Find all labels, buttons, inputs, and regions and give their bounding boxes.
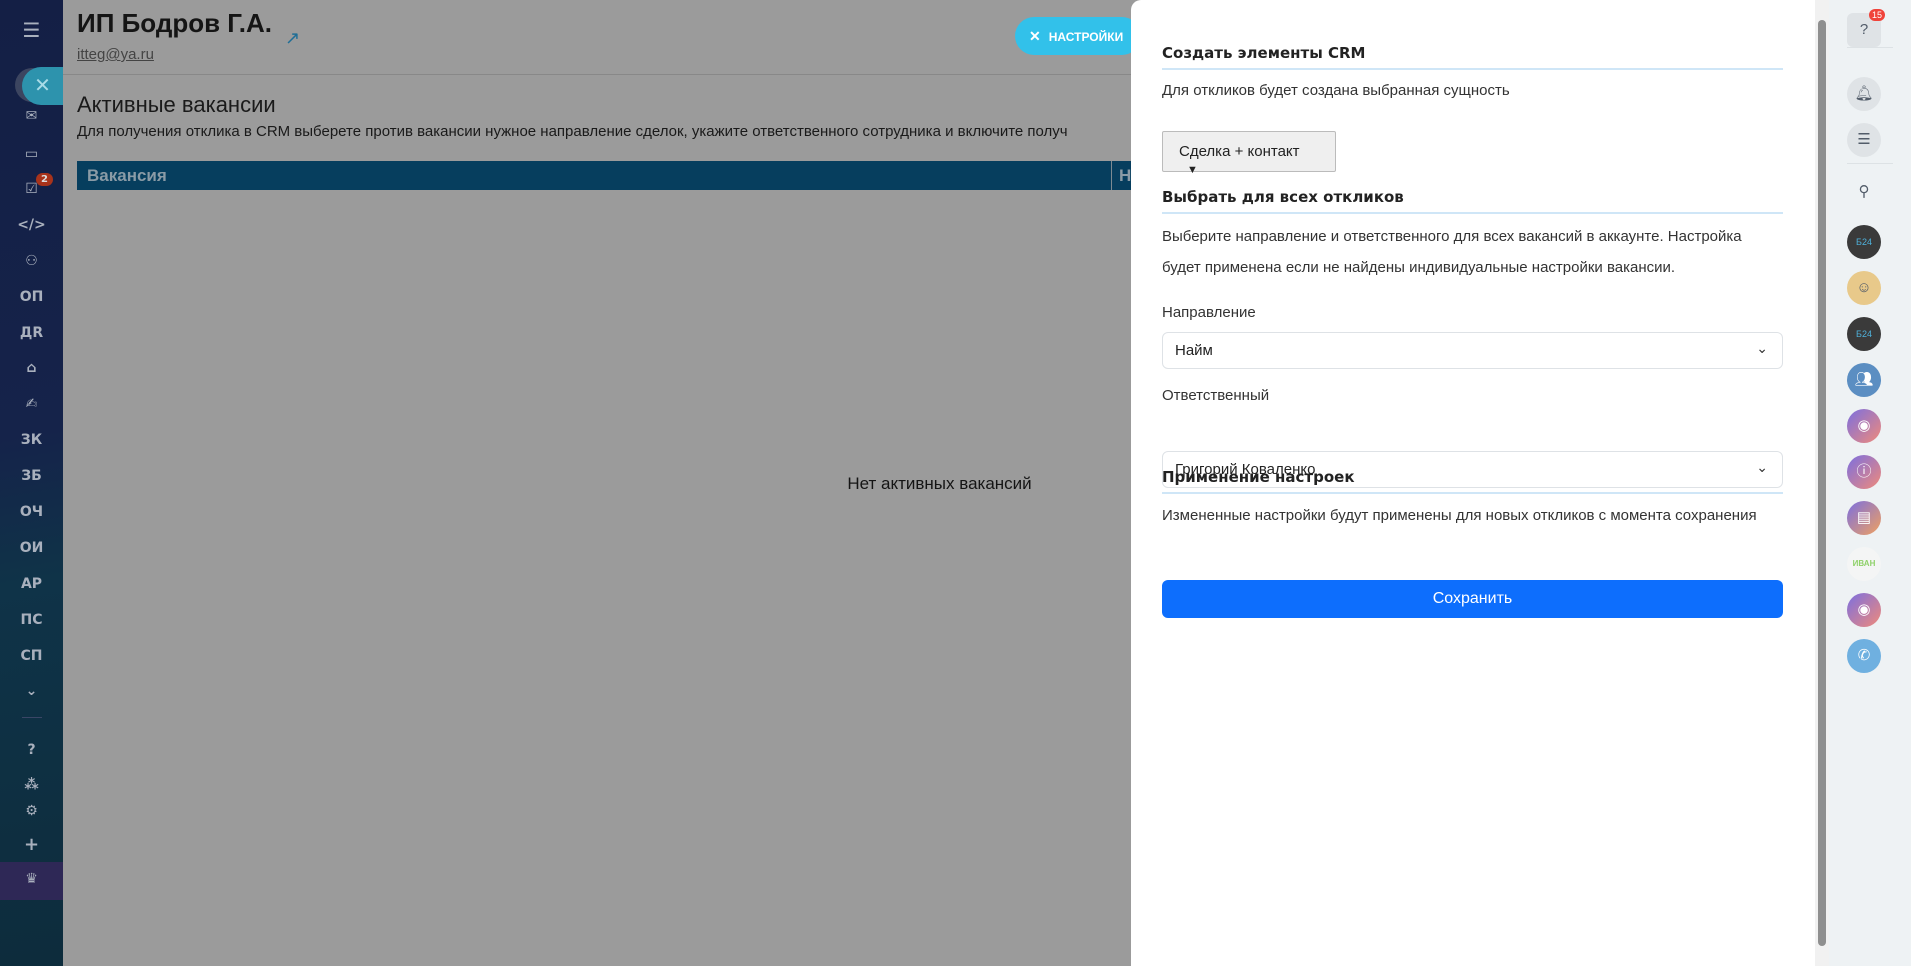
section-title: Создать элементы CRM — [1162, 44, 1783, 70]
bank-icon[interactable]: ⌂ — [0, 360, 63, 376]
plus-icon[interactable]: + — [0, 834, 63, 855]
section-text: Выберите направление и ответственного дл… — [1162, 228, 1742, 276]
group-chat-icon[interactable]: 👥︎ — [1847, 363, 1881, 397]
sidebar-item-oi[interactable]: ОИ — [0, 540, 63, 556]
messages-icon[interactable]: ▤ — [1847, 501, 1881, 535]
sidebar-item-zb[interactable]: ЗБ — [0, 468, 63, 484]
save-button[interactable]: Сохранить — [1162, 580, 1783, 618]
user-icon[interactable]: ◉ — [1847, 593, 1881, 627]
divider — [1847, 163, 1893, 164]
help-icon[interactable]: ? — [0, 742, 63, 758]
divider — [22, 717, 42, 718]
close-icon: ✕ — [1029, 28, 1041, 44]
sidebar-item-zk[interactable]: ЗК — [0, 432, 63, 448]
android-icon[interactable]: ⚇ — [0, 253, 63, 269]
tasks-badge: 2 — [36, 173, 53, 186]
responsible-label: Ответственный — [1162, 387, 1270, 404]
entity-select[interactable]: Сделка + контакт ▼ — [1162, 131, 1336, 176]
divider — [63, 74, 1131, 75]
tasks-icon[interactable]: ☑ 2 — [0, 173, 63, 197]
section-text: Измененные настройки будут применены для… — [1162, 507, 1757, 524]
chevron-down-icon: ⌄ — [1756, 340, 1768, 356]
network-icon[interactable]: ⁂ — [0, 777, 63, 793]
column-direction: Н — [1119, 166, 1132, 185]
help-badge: 15 — [1869, 9, 1886, 21]
bell-icon[interactable]: 🔔︎ — [1847, 77, 1881, 111]
main-content: ИП Бодров Г.А. ↗ itteg@ya.ru Активные ва… — [63, 0, 1131, 966]
direction-select[interactable]: Найм ⌄ — [1162, 332, 1783, 369]
ivan-avatar[interactable]: ИВАН — [1847, 547, 1881, 581]
b24-avatar[interactable]: Б24 — [1847, 225, 1881, 259]
menu-icon[interactable]: ☰ — [0, 18, 63, 42]
info-icon[interactable]: ⓘ — [1847, 455, 1881, 489]
user-icon[interactable]: ◉ — [1847, 409, 1881, 443]
external-link-icon[interactable]: ↗ — [285, 28, 300, 49]
gear-icon[interactable]: ⚙ — [0, 803, 63, 819]
sidebar-item-ar[interactable]: АР — [0, 576, 63, 592]
chevron-down-icon: ▼ — [1187, 164, 1198, 176]
sidebar-item-ps[interactable]: ПС — [0, 612, 63, 628]
crown-button[interactable]: ♛ — [0, 862, 63, 900]
drive-icon[interactable]: ▭ — [0, 146, 63, 162]
b24-avatar[interactable]: Б24 — [1847, 317, 1881, 351]
section-description: Для получения отклика в CRM выберете про… — [77, 123, 1068, 140]
entity-select-value: Сделка + контакт — [1179, 143, 1300, 160]
section-title: Выбрать для всех откликов — [1162, 188, 1783, 214]
direction-value: Найм — [1175, 342, 1213, 359]
chat-icon[interactable]: ☰ — [1847, 123, 1881, 157]
right-bar: ? 15 🔔︎ ☰ ⚲ Б24 ☺ Б24 👥︎ ◉ ⓘ ▤ ИВАН ◉ ✆ — [1829, 0, 1911, 966]
sidebar-item-och[interactable]: ОЧ — [0, 504, 63, 520]
sidebar-item-dr[interactable]: ДR — [0, 325, 63, 341]
settings-toggle-button[interactable]: ✕ НАСТРОЙКИ — [1015, 17, 1141, 55]
table-header: Вакансия Н — [77, 161, 1131, 190]
help-icon[interactable]: ? 15 — [1847, 9, 1886, 47]
direction-label: Направление — [1162, 304, 1256, 321]
divider — [1847, 47, 1893, 48]
column-vacancy: Вакансия — [87, 166, 167, 185]
settings-panel: Создать элементы CRM Для откликов будет … — [1131, 0, 1815, 966]
chevron-down-icon[interactable]: ⌄ — [0, 683, 63, 699]
settings-label: НАСТРОЙКИ — [1048, 30, 1124, 44]
crown-icon: ♛ — [25, 871, 38, 887]
email-link[interactable]: itteg@ya.ru — [77, 46, 154, 63]
phone-icon[interactable]: ✆ — [1847, 639, 1881, 673]
sidebar-item-op[interactable]: ОП — [0, 289, 63, 305]
left-sidebar: ☰ ✕ ✉ ▭ ☑ 2 </> ⚇ ОП ДR ⌂ ✍ ЗК ЗБ ОЧ ОИ А… — [0, 0, 63, 966]
section-text: Для откликов будет создана выбранная сущ… — [1162, 82, 1510, 99]
section-title: Применение настроек — [1162, 468, 1783, 494]
mail-icon[interactable]: ✉ — [0, 108, 63, 124]
section-title: Активные вакансии — [77, 92, 276, 117]
scrollbar[interactable] — [1815, 0, 1829, 966]
code-icon[interactable]: </> — [0, 217, 63, 233]
close-overlay-button[interactable]: ✕ — [22, 67, 63, 105]
search-icon[interactable]: ⚲ — [1847, 175, 1881, 209]
sidebar-item-sp[interactable]: СП — [0, 648, 63, 664]
signature-icon[interactable]: ✍ — [0, 396, 63, 412]
page-title: ИП Бодров Г.А. — [77, 8, 273, 38]
group-avatar[interactable]: ☺ — [1847, 271, 1881, 305]
